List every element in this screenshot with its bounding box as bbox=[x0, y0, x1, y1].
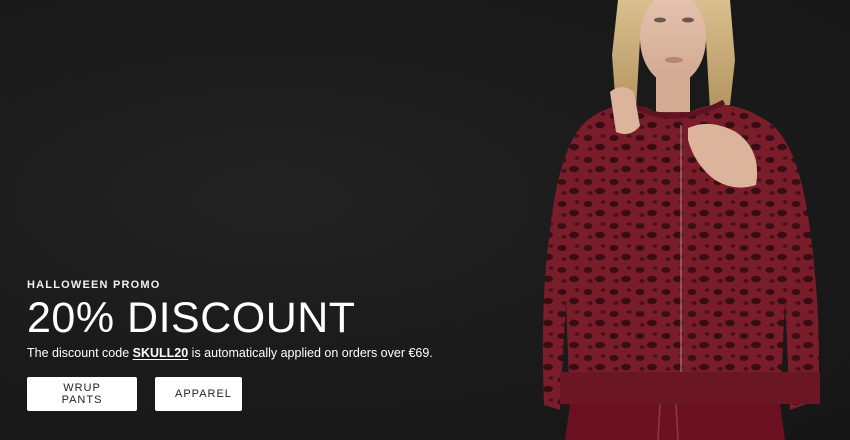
discount-code: SKULL20 bbox=[132, 346, 189, 360]
cta-group: WRUP PANTS APPAREL bbox=[27, 377, 242, 411]
promo-description-suffix: is automatically applied on orders over … bbox=[188, 346, 433, 360]
wrup-pants-button[interactable]: WRUP PANTS bbox=[27, 377, 137, 411]
hero-banner: HALLOWEEN PROMO 20% DISCOUNT The discoun… bbox=[0, 0, 850, 440]
promo-description: The discount code SKULL20 is automatical… bbox=[27, 345, 507, 361]
promo-description-prefix: The discount code bbox=[27, 346, 133, 360]
promo-eyebrow: HALLOWEEN PROMO bbox=[27, 279, 161, 291]
model-photo bbox=[530, 0, 850, 440]
apparel-button[interactable]: APPAREL bbox=[155, 377, 242, 411]
promo-headline: 20% DISCOUNT bbox=[27, 294, 356, 342]
promo-block: HALLOWEEN PROMO 20% DISCOUNT The discoun… bbox=[27, 279, 507, 361]
